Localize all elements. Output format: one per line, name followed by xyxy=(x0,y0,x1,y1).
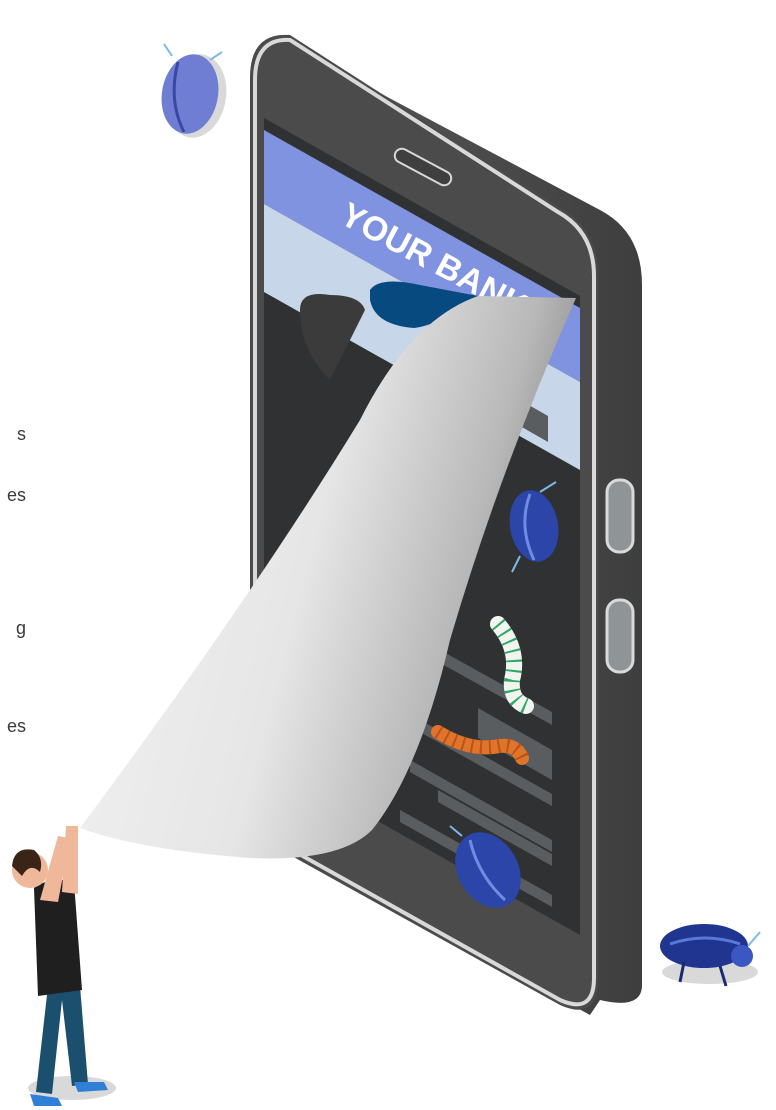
bug-top-left xyxy=(161,43,227,138)
volume-up-button xyxy=(605,478,635,554)
bug-bottom-right xyxy=(660,924,761,987)
person-pulling-sheet xyxy=(12,826,116,1106)
volume-down-button xyxy=(605,598,635,674)
phone-malware-illustration: YOUR BANK xyxy=(12,34,761,1106)
